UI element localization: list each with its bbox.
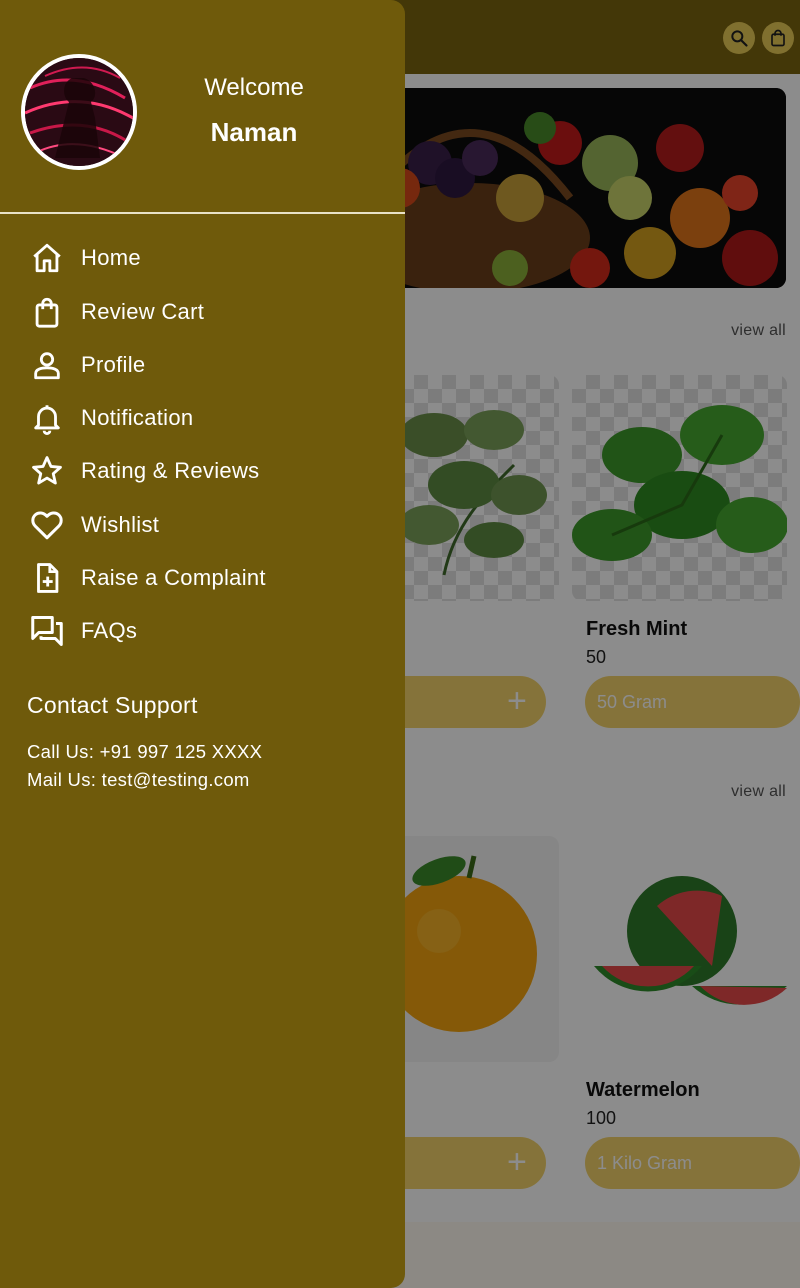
person-icon <box>28 346 66 384</box>
menu-item-review-cart[interactable]: Review Cart <box>0 288 405 336</box>
menu-item-label: Review Cart <box>81 299 205 324</box>
avatar-image <box>25 58 133 166</box>
menu-item-label: Notification <box>81 405 194 430</box>
star-icon <box>28 452 66 490</box>
contact-support-title: Contact Support <box>27 692 198 718</box>
divider <box>0 212 405 214</box>
home-icon <box>28 239 66 277</box>
menu-item-home[interactable]: Home <box>0 234 405 282</box>
support-phone[interactable]: Call Us: +91 997 125 XXXX <box>27 741 262 763</box>
user-name: Naman <box>210 117 298 147</box>
menu-item-wishlist[interactable]: Wishlist <box>0 501 405 549</box>
avatar[interactable] <box>21 54 137 170</box>
navigation-drawer: Welcome Naman Home Review Cart Profile N… <box>0 0 405 1288</box>
support-email[interactable]: Mail Us: test@testing.com <box>27 769 250 791</box>
menu-item-label: Wishlist <box>81 512 160 537</box>
menu-item-label: Rating & Reviews <box>81 458 260 483</box>
app-screen: view all joram + Fresh Mint 50 50 Gram v… <box>0 0 800 1288</box>
menu-item-label: FAQs <box>81 618 138 643</box>
heart-icon <box>28 506 66 544</box>
welcome-text: Welcome <box>204 74 304 101</box>
chat-icon <box>28 612 66 650</box>
menu-item-faqs[interactable]: FAQs <box>0 607 405 655</box>
bell-icon <box>28 399 66 437</box>
menu-item-label: Home <box>81 245 141 270</box>
menu-item-notification[interactable]: Notification <box>0 394 405 442</box>
file-add-icon <box>28 559 66 597</box>
shopping-bag-icon <box>28 293 66 331</box>
menu-item-label: Profile <box>81 352 146 377</box>
menu-item-profile[interactable]: Profile <box>0 341 405 389</box>
menu-item-label: Raise a Complaint <box>81 565 266 590</box>
menu-item-rating-reviews[interactable]: Rating & Reviews <box>0 447 405 495</box>
menu-item-raise-complaint[interactable]: Raise a Complaint <box>0 554 405 602</box>
